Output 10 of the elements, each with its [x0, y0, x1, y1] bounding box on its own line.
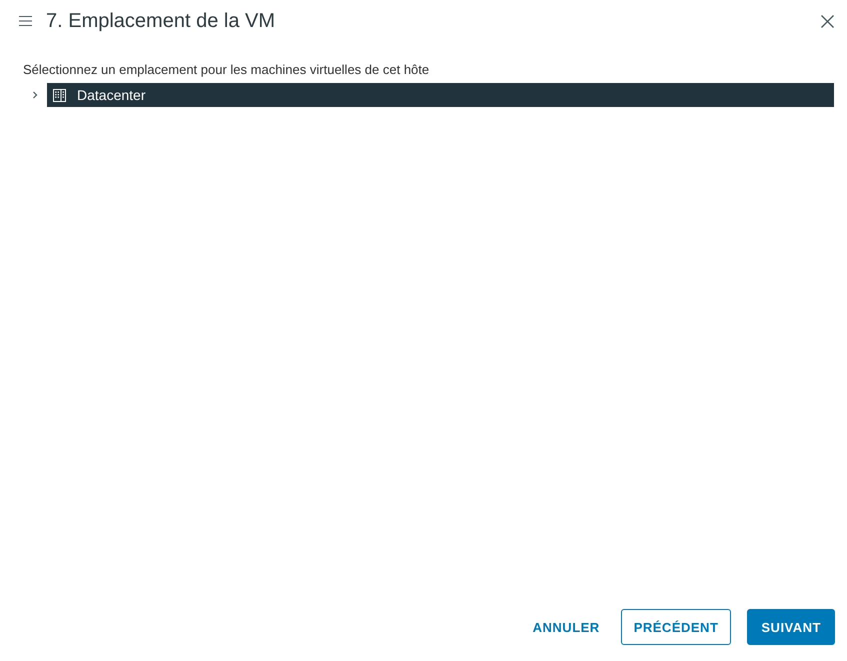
instruction-text: Sélectionnez un emplacement pour les machines virtuelles de cet hôte [23, 62, 430, 78]
back-button[interactable]: PRÉCÉDENT [620, 609, 732, 645]
cancel-button[interactable]: ANNULER [520, 609, 612, 645]
menu-icon[interactable] [19, 16, 32, 26]
next-button[interactable]: SUIVANT [747, 609, 835, 645]
tree-item[interactable]: Datacenter [47, 83, 834, 107]
chevron-right-icon[interactable] [31, 91, 39, 99]
close-icon[interactable] [821, 14, 834, 28]
building-icon [53, 88, 66, 102]
dialog-title: 7. Emplacement de la VM [46, 9, 275, 34]
